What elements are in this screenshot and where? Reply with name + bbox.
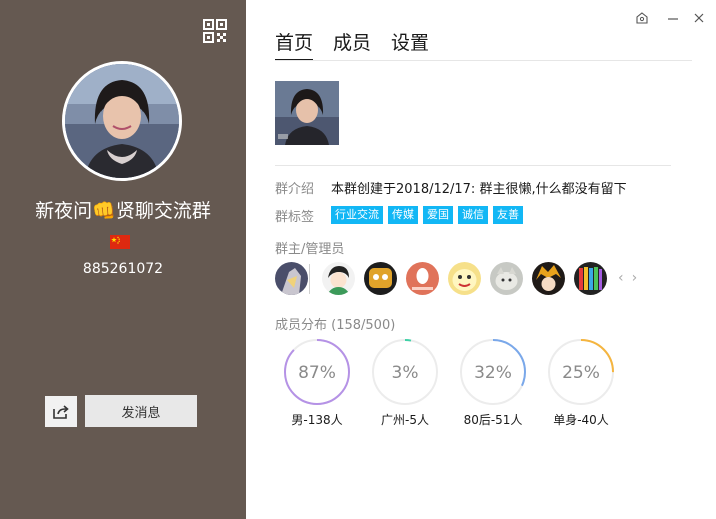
ring-percent: 25% bbox=[562, 363, 600, 383]
distribution-item[interactable]: 3% 广州-5人 bbox=[361, 337, 449, 428]
group-avatar[interactable] bbox=[62, 61, 182, 181]
group-id: 885261072 bbox=[82, 261, 164, 277]
ring-percent: 3% bbox=[392, 363, 419, 383]
tag-chip[interactable]: 友善 bbox=[493, 206, 523, 224]
admin-pager: ‹ › bbox=[618, 270, 637, 286]
minimize-icon[interactable] bbox=[663, 9, 683, 27]
send-message-button[interactable]: 发消息 bbox=[85, 395, 197, 427]
group-name: 新夜问👊贤聊交流群 bbox=[35, 200, 211, 222]
admins-label: 群主/管理员 bbox=[275, 242, 345, 257]
ring-gauge: 87% bbox=[284, 339, 350, 405]
distribution-label: 80后-51人 bbox=[463, 413, 523, 427]
share-button[interactable] bbox=[45, 396, 77, 427]
admin-avatar[interactable] bbox=[574, 262, 607, 295]
owner-divider bbox=[309, 263, 310, 294]
ring-percent: 87% bbox=[298, 363, 336, 383]
admin-avatar[interactable] bbox=[532, 262, 565, 295]
pin-icon[interactable] bbox=[632, 9, 652, 27]
intro-text: 本群创建于2018/12/17: 群主很懒,什么都没有留下 bbox=[331, 182, 627, 197]
distribution-label: 男-138人 bbox=[291, 413, 343, 427]
ring-gauge: 25% bbox=[548, 339, 614, 405]
ring-percent: 32% bbox=[474, 363, 512, 383]
tag-chip[interactable]: 行业交流 bbox=[331, 206, 383, 224]
member-distribution: 87% 男-138人 3% 广州-5人 32% 80后-51人 25% 单身-40人 bbox=[273, 337, 625, 428]
chevron-right-icon[interactable]: › bbox=[632, 270, 638, 286]
tab-bar: 首页 成员 设置 bbox=[275, 28, 449, 61]
ring-gauge: 32% bbox=[460, 339, 526, 405]
tag-chip[interactable]: 爱国 bbox=[423, 206, 453, 224]
tag-list: 行业交流 传媒 爱国 诚信 友善 bbox=[331, 206, 523, 224]
tag-chip[interactable]: 传媒 bbox=[388, 206, 418, 224]
chevron-left-icon[interactable]: ‹ bbox=[618, 270, 624, 286]
tab-members[interactable]: 成员 bbox=[333, 28, 371, 61]
tab-home[interactable]: 首页 bbox=[275, 28, 314, 61]
intro-label: 群介绍 bbox=[275, 182, 315, 197]
tab-settings[interactable]: 设置 bbox=[391, 28, 429, 61]
admin-avatar[interactable] bbox=[322, 262, 355, 295]
admin-avatar[interactable] bbox=[406, 262, 439, 295]
distribution-label: 广州-5人 bbox=[381, 413, 429, 427]
tab-divider bbox=[275, 60, 692, 61]
distribution-label: 单身-40人 bbox=[553, 413, 609, 427]
share-icon bbox=[53, 404, 69, 419]
distribution-title: 成员分布 (158/500) bbox=[275, 318, 396, 333]
left-panel: 新夜问👊贤聊交流群 885261072 发消息 bbox=[0, 0, 246, 519]
distribution-item[interactable]: 87% 男-138人 bbox=[273, 337, 361, 428]
admin-avatar-list bbox=[275, 262, 616, 295]
distribution-item[interactable]: 32% 80后-51人 bbox=[449, 337, 537, 428]
distribution-item[interactable]: 25% 单身-40人 bbox=[537, 337, 625, 428]
tags-label: 群标签 bbox=[275, 210, 315, 225]
owner-avatar[interactable] bbox=[275, 262, 308, 295]
admin-avatar[interactable] bbox=[364, 262, 397, 295]
ring-gauge: 3% bbox=[372, 339, 438, 405]
section-divider bbox=[275, 165, 671, 166]
qr-code-icon[interactable] bbox=[203, 19, 227, 43]
admin-avatar[interactable] bbox=[448, 262, 481, 295]
group-profile-window: 新夜问👊贤聊交流群 885261072 发消息 首页 成员 设置 群介绍 本群创… bbox=[0, 0, 716, 519]
group-photo-thumbnail[interactable] bbox=[275, 81, 339, 145]
admin-avatar[interactable] bbox=[490, 262, 523, 295]
tag-chip[interactable]: 诚信 bbox=[458, 206, 488, 224]
china-flag-icon bbox=[110, 234, 130, 249]
close-icon[interactable] bbox=[689, 9, 709, 27]
